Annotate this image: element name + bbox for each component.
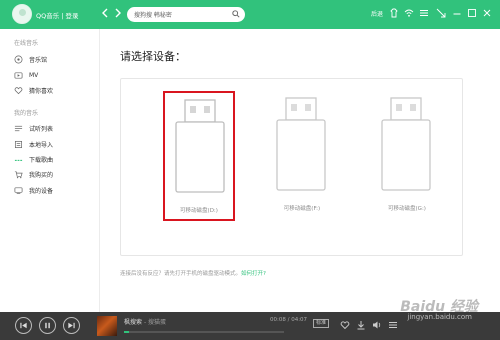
previous-icon xyxy=(20,322,27,329)
wifi-icon[interactable] xyxy=(404,8,414,18)
usb-drive-icon xyxy=(381,97,431,191)
chevron-right-icon xyxy=(115,8,121,18)
main-content: 请选择设备： 可移动磁盘(D:) 可移动磁盘(F:) 可移动磁盘(G:) 连接后… xyxy=(101,29,500,312)
progress-fill xyxy=(124,331,129,333)
sidebar-item-local-import[interactable]: 本地导入 xyxy=(14,138,94,150)
connection-hint: 连接后没有反应？请先打开手机的磁盘驱动模式。如何打开? xyxy=(120,269,266,277)
sidebar-item-label: 本地导入 xyxy=(29,141,54,149)
download-icon xyxy=(14,159,23,161)
device-label: 可移动磁盘(G:) xyxy=(388,206,426,212)
device-label: 可移动磁盘(D:) xyxy=(180,208,218,214)
search-box xyxy=(127,7,245,22)
device-f[interactable]: 可移动磁盘(F:) xyxy=(266,91,338,221)
search-input[interactable] xyxy=(134,9,230,20)
sidebar-item-label: 我的设备 xyxy=(29,187,54,195)
chevron-left-icon xyxy=(102,8,108,18)
minimize-icon[interactable] xyxy=(452,8,462,18)
local-import-icon xyxy=(14,140,23,148)
sidebar: 在线音乐 音乐馆 MV 猜你喜欢 我的音乐 试听列表 本地导入 下载歌曲 我购买… xyxy=(0,29,100,312)
previous-button[interactable] xyxy=(15,317,32,334)
sidebar-item-guess-you-like[interactable]: 猜你喜欢 xyxy=(14,84,94,96)
sidebar-section-mine: 我的音乐 xyxy=(14,110,39,117)
search-icon[interactable] xyxy=(232,10,240,18)
time-display: 00:08 / 04:07 xyxy=(270,317,308,323)
back-label[interactable]: 后退 xyxy=(371,9,383,18)
volume-icon[interactable] xyxy=(372,320,382,330)
close-icon[interactable] xyxy=(482,8,492,18)
music-hall-icon xyxy=(14,55,23,63)
avatar[interactable] xyxy=(12,4,32,24)
sidebar-item-music-hall[interactable]: 音乐馆 xyxy=(14,53,94,65)
sidebar-item-label: 音乐馆 xyxy=(29,56,48,64)
skin-icon[interactable] xyxy=(389,8,399,18)
sidebar-item-label: 下载歌曲 xyxy=(29,156,54,164)
device-panel: 可移动磁盘(D:) 可移动磁盘(F:) 可移动磁盘(G:) xyxy=(120,78,463,256)
sidebar-item-mv[interactable]: MV xyxy=(14,69,94,81)
sidebar-item-downloads[interactable]: 下载歌曲 xyxy=(14,153,94,165)
device-g[interactable]: 可移动磁盘(G:) xyxy=(371,91,443,221)
heart-icon xyxy=(14,86,23,94)
mini-mode-icon[interactable] xyxy=(436,8,446,18)
maximize-icon[interactable] xyxy=(467,8,477,18)
sidebar-item-label: 试听列表 xyxy=(29,125,54,133)
usb-drive-icon xyxy=(276,97,326,191)
cart-icon xyxy=(14,170,23,178)
playlist-icon[interactable] xyxy=(388,320,398,330)
song-artist[interactable]: 搜猫蛋 xyxy=(148,319,166,326)
mv-icon xyxy=(14,71,23,79)
title-bar: QQ音乐 | 登录 后退 xyxy=(0,0,500,29)
usb-drive-icon xyxy=(175,99,225,193)
baidu-watermark-url: jingyan.baidu.com xyxy=(407,313,472,321)
menu-icon[interactable] xyxy=(419,8,429,18)
back-button[interactable] xyxy=(101,8,109,20)
sidebar-item-purchased[interactable]: 我购买的 xyxy=(14,168,94,180)
song-title[interactable]: 枫搜索 xyxy=(124,319,142,326)
next-icon xyxy=(68,322,75,329)
list-icon xyxy=(14,125,23,131)
device-icon xyxy=(14,186,23,194)
hint-text: 连接后没有反应？请先打开手机的磁盘驱动模式。 xyxy=(120,271,242,277)
progress-bar[interactable] xyxy=(124,331,284,333)
album-cover[interactable] xyxy=(97,316,117,336)
device-d[interactable]: 可移动磁盘(D:) xyxy=(163,91,235,221)
next-button[interactable] xyxy=(63,317,80,334)
device-label: 可移动磁盘(F:) xyxy=(283,206,321,212)
forward-button[interactable] xyxy=(114,8,122,20)
sidebar-item-label: MV xyxy=(29,71,39,79)
page-title: 请选择设备： xyxy=(120,50,186,63)
now-playing: 枫搜索 - 搜猫蛋 xyxy=(124,317,166,326)
sidebar-section-online: 在线音乐 xyxy=(14,40,39,47)
play-pause-button[interactable] xyxy=(39,317,56,334)
download-icon[interactable] xyxy=(356,320,366,330)
sidebar-item-label: 我购买的 xyxy=(29,171,54,179)
quality-badge[interactable]: 标准 xyxy=(313,319,330,328)
heart-icon[interactable] xyxy=(340,320,350,330)
sidebar-item-trial-list[interactable]: 试听列表 xyxy=(14,122,94,134)
pause-icon xyxy=(45,322,50,329)
app-title[interactable]: QQ音乐 | 登录 xyxy=(36,10,79,20)
sidebar-item-my-devices[interactable]: 我的设备 xyxy=(14,184,94,196)
how-to-open-link[interactable]: 如何打开? xyxy=(241,271,266,277)
sidebar-item-label: 猜你喜欢 xyxy=(29,87,54,95)
